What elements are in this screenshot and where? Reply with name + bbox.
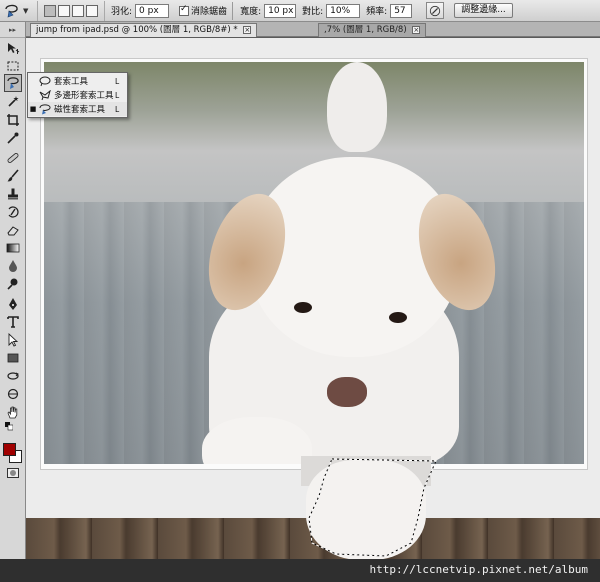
contrast-input[interactable]: 10% [326,3,361,18]
lasso-tool[interactable] [4,74,22,92]
chevron-down-icon: ▼ [23,6,29,15]
lasso-tool-flyout: 套索工具 L 多邊形套索工具 L ■ 磁性套索工具 L [27,72,128,118]
crop-tool[interactable] [5,112,21,128]
contrast-label: 對比: [302,7,324,17]
flyout-item-lasso[interactable]: 套索工具 L [28,74,127,88]
dodge-tool[interactable] [5,276,21,292]
clone-stamp-tool[interactable] [5,186,21,202]
quick-selection-tool[interactable] [5,94,21,110]
hand-icon [7,406,18,419]
blur-drop-icon [9,260,17,272]
3d-rotate-tool[interactable] [5,368,21,384]
pen-pressure-icon [430,5,441,16]
intersect-selection-button[interactable] [86,4,98,17]
polygonal-lasso-icon [38,89,52,101]
move-tool[interactable] [5,40,21,56]
subtract-from-selection-button[interactable] [72,4,84,17]
3d-rotate-icon [7,372,19,380]
frequency-label: 頻率: [366,7,388,17]
bandage-icon [7,153,19,163]
magnetic-lasso-icon [38,103,52,115]
hand-tool[interactable] [5,404,21,420]
pen-tool[interactable] [5,296,21,312]
history-brush-icon [8,206,19,218]
dog-nose [327,377,367,407]
width-input[interactable]: 10 px [264,3,297,18]
magnetic-lasso-icon [5,4,18,17]
pen-icon [9,298,17,310]
path-selection-tool[interactable] [5,332,21,348]
toolbox: ▸▸ [0,22,26,562]
shape-tool[interactable] [5,350,21,366]
flyout-item-magnetic-lasso[interactable]: ■ 磁性套索工具 L [28,102,127,116]
dog-paw-left [202,417,312,464]
magnetic-lasso-icon [7,77,19,89]
arrow-pointer-icon [8,333,19,347]
blur-tool[interactable] [5,258,21,274]
gradient-tool[interactable] [5,240,21,256]
healing-brush-tool[interactable] [5,150,21,166]
separator [232,1,234,20]
type-icon [7,316,19,328]
feather-input[interactable]: 0 px [135,3,170,18]
dog-eye-right [389,312,407,323]
dog-paw-outside-frame [306,460,426,560]
antialias-checkbox[interactable] [179,4,190,16]
document-tab-bar: jump from ipad.psd @ 100% (圖層 1, RGB/8#)… [26,22,600,37]
frequency-input[interactable]: 57 [390,3,413,18]
crop-icon [7,114,19,126]
eyedropper-tool[interactable] [5,130,21,146]
pen-pressure-button[interactable] [426,2,445,19]
quick-mask-button[interactable] [7,468,19,478]
rectangle-icon [7,353,19,363]
brush-icon [7,169,19,182]
default-colors-button[interactable] [5,422,13,431]
feather-label: 羽化: [111,7,133,17]
type-tool[interactable] [5,314,21,330]
tab-jump-from-ipad[interactable]: jump from ipad.psd @ 100% (圖層 1, RGB/8#)… [30,23,258,37]
3d-orbit-icon [7,388,19,400]
eyedropper-icon [7,132,19,144]
toolbox-grip[interactable]: ▸▸ [0,22,25,38]
eraser-icon [7,226,19,236]
tab-title: ,7% (圖層 1, RGB/8) [324,25,407,35]
brush-tool[interactable] [5,168,21,184]
history-brush-tool[interactable] [5,204,21,220]
close-icon[interactable]: × [412,26,421,34]
magic-wand-icon [8,96,19,107]
move-icon [8,43,20,54]
dog-tail [327,62,387,152]
selected-bullet: ■ [29,105,37,113]
flyout-item-polygonal-lasso[interactable]: 多邊形套索工具 L [28,88,127,102]
tab-title: jump from ipad.psd @ 100% (圖層 1, RGB/8#)… [36,25,238,35]
gradient-icon [6,243,20,253]
watermark-url: http://lccnetvip.pixnet.net/album [369,563,588,576]
dodge-icon [7,278,18,290]
refine-edge-button[interactable]: 調整邊緣... [454,3,513,18]
tab-second-document[interactable]: ,7% (圖層 1, RGB/8) × [318,23,427,37]
puppy-photo [44,62,584,464]
3d-orbit-tool[interactable] [5,386,21,402]
selection-modes [38,0,105,21]
width-label: 寬度: [240,7,262,17]
antialias-label: 消除鋸齒 [191,7,228,17]
marquee-tool[interactable] [5,58,21,74]
new-selection-button[interactable] [44,4,56,17]
stamp-icon [8,188,18,200]
lasso-icon [38,75,52,87]
foreground-color-swatch[interactable] [3,443,16,456]
close-icon[interactable]: × [243,26,252,34]
dog-eye-left [294,302,312,313]
marquee-icon [7,61,19,71]
options-bar: ▼ 羽化: 0 px 消除鋸齒 寬度: 10 px 對比: 10% 頻率: 57… [0,0,600,22]
default-colors-icon [5,422,13,431]
add-to-selection-button[interactable] [58,4,70,17]
eraser-tool[interactable] [5,222,21,238]
watermark-strip: http://lccnetvip.pixnet.net/album [0,559,600,582]
tool-preset-picker[interactable]: ▼ [0,0,38,21]
